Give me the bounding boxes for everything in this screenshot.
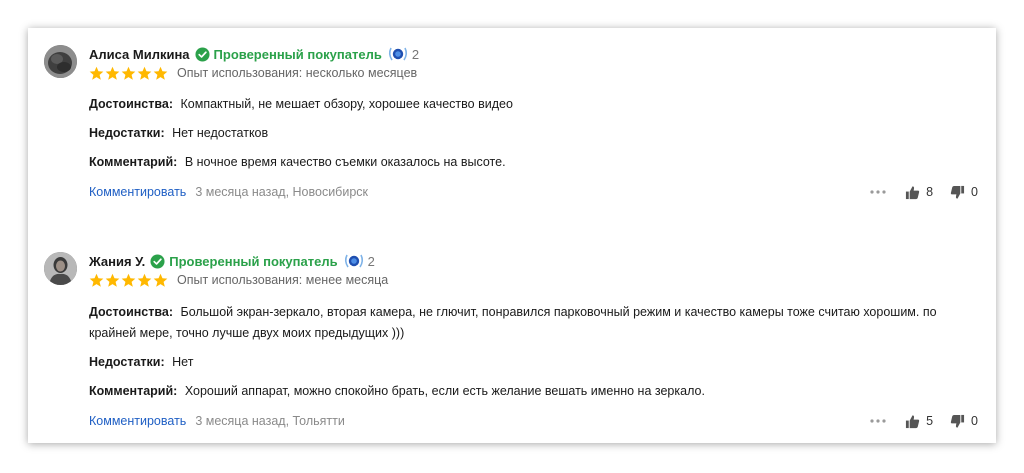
usage-experience: Опыт использования: менее месяца xyxy=(177,273,389,287)
cons-text: Нет недостатков xyxy=(172,126,269,140)
laurel-badge-icon[interactable] xyxy=(387,46,409,62)
pros-text: Компактный, не мешает обзору, хорошее ка… xyxy=(180,97,513,111)
verified-buyer-label: Проверенный покупатель xyxy=(169,253,338,269)
review-item: Алиса Милкина Проверенный покупатель 2 О… xyxy=(28,44,996,219)
pros-label: Достоинства: xyxy=(89,305,174,319)
star-icon xyxy=(89,66,104,80)
star-rating xyxy=(89,66,169,81)
dislike-count: 0 xyxy=(971,185,978,199)
more-dots-icon[interactable] xyxy=(869,418,887,424)
author-name[interactable]: Жания У. xyxy=(89,254,145,269)
cons-text: Нет xyxy=(172,355,194,369)
star-icon xyxy=(105,273,120,287)
star-icon xyxy=(153,66,168,80)
dislike-button[interactable]: 0 xyxy=(950,414,978,429)
star-icon xyxy=(137,66,152,80)
avatar[interactable] xyxy=(44,252,77,285)
verified-buyer-label: Проверенный покупатель xyxy=(213,46,382,62)
review-footer: Комментировать 3 месяца назад, Новосибир… xyxy=(89,182,996,202)
badge-count: 2 xyxy=(411,46,420,62)
cons-field: Недостатки: Нет недостатков xyxy=(89,123,979,144)
thumbs-up-icon xyxy=(906,185,920,199)
pros-text: Большой экран-зеркало, вторая камера, не… xyxy=(89,305,937,340)
comment-link[interactable]: Комментировать xyxy=(89,414,186,428)
star-icon xyxy=(121,66,136,80)
review-item: Жания У. Проверенный покупатель 2 Опыт и… xyxy=(28,252,996,437)
comment-field: Комментарий: Хороший аппарат, можно спок… xyxy=(89,381,979,402)
comment-label: Комментарий: xyxy=(89,155,178,169)
rating-row: Опыт использования: менее месяца xyxy=(89,272,388,288)
thumbs-down-icon xyxy=(950,414,965,428)
review-meta: 3 месяца назад, Тольятти xyxy=(195,414,345,428)
laurel-badge-icon[interactable] xyxy=(343,253,365,269)
star-rating xyxy=(89,273,169,288)
pros-field: Достоинства: Большой экран-зеркало, втор… xyxy=(89,302,979,344)
review-meta: 3 месяца назад, Новосибирск xyxy=(195,185,368,199)
author-name[interactable]: Алиса Милкина xyxy=(89,47,190,62)
verified-check-icon xyxy=(150,253,165,269)
pros-label: Достоинства: xyxy=(89,97,174,111)
comment-field: Комментарий: В ночное время качество съе… xyxy=(89,152,979,173)
star-icon xyxy=(137,273,152,287)
star-icon xyxy=(153,273,168,287)
reviews-card: Алиса Милкина Проверенный покупатель 2 О… xyxy=(28,28,996,443)
star-icon xyxy=(89,273,104,287)
more-dots-icon[interactable] xyxy=(869,189,887,195)
comment-text: Хороший аппарат, можно спокойно брать, е… xyxy=(184,384,705,398)
verified-check-icon xyxy=(195,46,210,62)
like-count: 8 xyxy=(926,185,934,199)
cons-field: Недостатки: Нет xyxy=(89,352,979,373)
review-actions: 8 0 xyxy=(869,182,978,202)
review-header: Жания У. Проверенный покупатель 2 xyxy=(89,251,375,271)
rating-row: Опыт использования: несколько месяцев xyxy=(89,65,417,81)
comment-label: Комментарий: xyxy=(89,384,178,398)
thumbs-up-icon xyxy=(906,414,920,428)
avatar[interactable] xyxy=(44,45,77,78)
cons-label: Недостатки: xyxy=(89,355,165,369)
dislike-count: 0 xyxy=(971,414,978,428)
comment-text: В ночное время качество съемки оказалось… xyxy=(184,155,506,169)
review-header: Алиса Милкина Проверенный покупатель 2 xyxy=(89,44,419,64)
comment-link[interactable]: Комментировать xyxy=(89,185,186,199)
review-footer: Комментировать 3 месяца назад, Тольятти … xyxy=(89,411,996,431)
badge-count: 2 xyxy=(367,253,375,269)
review-actions: 5 0 xyxy=(869,411,978,431)
usage-experience: Опыт использования: несколько месяцев xyxy=(177,66,418,80)
pros-field: Достоинства: Компактный, не мешает обзор… xyxy=(89,94,979,115)
star-icon xyxy=(121,273,136,287)
star-icon xyxy=(105,66,120,80)
like-button[interactable]: 8 xyxy=(905,185,933,200)
thumbs-down-icon xyxy=(950,185,965,199)
like-count: 5 xyxy=(926,414,934,428)
like-button[interactable]: 5 xyxy=(905,414,933,429)
dislike-button[interactable]: 0 xyxy=(950,185,978,200)
cons-label: Недостатки: xyxy=(89,126,165,140)
